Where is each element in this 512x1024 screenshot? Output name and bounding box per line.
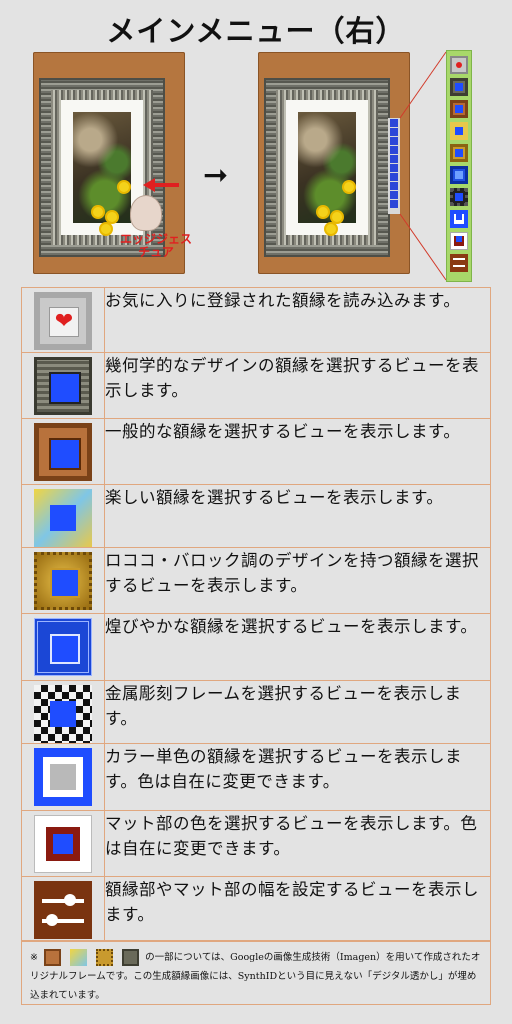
fun-frame-icon <box>34 489 92 547</box>
heart-frame-icon[interactable] <box>450 56 468 74</box>
menu-description-table: ❤ お気に入りに登録された額縁を読み込みます。 幾何学的なデザインの額縁を選択す… <box>21 287 491 941</box>
menu-desc: 額縁部やマット部の幅を設定するビューを表示します。 <box>104 876 491 941</box>
solid-color-frame-icon[interactable] <box>450 210 468 228</box>
geometric-frame-icon <box>34 357 92 415</box>
width-sliders-icon[interactable] <box>450 254 468 272</box>
imagen-note: ※ の一部については、Googleの画像生成技術（Imagen）を用いて作成され… <box>21 941 491 1005</box>
rococo-frame-thumb-icon <box>96 949 114 966</box>
table-row: 幾何学的なデザインの額縁を選択するビューを表示します。 <box>21 352 491 419</box>
menu-desc: 煌びやかな額縁を選択するビューを表示します。 <box>104 613 491 681</box>
table-row: 一般的な額縁を選択するビューを表示します。 <box>21 418 491 485</box>
menu-desc: マット部の色を選択するビューを表示します。色は自在に変更できます。 <box>104 810 491 877</box>
fun-frame-thumb-icon <box>70 949 88 966</box>
solid-color-frame-icon <box>34 748 92 806</box>
table-row: ❤ お気に入りに登録された額縁を読み込みます。 <box>21 287 491 353</box>
mat-color-icon <box>34 815 92 873</box>
table-row: 額縁部やマット部の幅を設定するビューを表示します。 <box>21 876 491 941</box>
gesture-label: エッジジェスチュア <box>119 232 192 259</box>
fun-frame-icon[interactable] <box>450 122 468 140</box>
rococo-baroque-frame-icon[interactable] <box>450 144 468 162</box>
width-sliders-icon <box>34 881 92 939</box>
swipe-arrow-icon <box>143 178 179 192</box>
metal-engraved-frame-icon[interactable] <box>450 188 468 206</box>
geometric-frame-icon[interactable] <box>450 78 468 96</box>
table-row: 金属彫刻フレームを選択するビューを表示します。 <box>21 680 491 744</box>
table-row: マット部の色を選択するビューを表示します。色は自在に変更できます。 <box>21 810 491 877</box>
right-arrow-icon: ➞ <box>203 158 229 193</box>
table-row: 楽しい額縁を選択するビューを表示します。 <box>21 484 491 548</box>
gorgeous-frame-icon <box>34 618 92 676</box>
finger-icon <box>130 195 162 231</box>
menu-desc: お気に入りに登録された額縁を読み込みます。 <box>104 287 491 353</box>
note-mark: ※ <box>30 952 38 963</box>
menu-desc: 金属彫刻フレームを選択するビューを表示します。 <box>104 680 491 744</box>
heart-frame-icon: ❤ <box>34 292 92 350</box>
edge-menu-callout <box>446 50 472 282</box>
mat-color-icon[interactable] <box>450 232 468 250</box>
picture-frame <box>266 80 388 255</box>
table-row: 煌びやかな額縁を選択するビューを表示します。 <box>21 613 491 681</box>
general-frame-icon[interactable] <box>450 100 468 118</box>
menu-desc: ロココ・バロック調のデザインを持つ額縁を選択するビューを表示します。 <box>104 547 491 614</box>
metal-engraved-frame-icon <box>34 685 92 743</box>
menu-desc: カラー単色の額縁を選択するビューを表示します。色は自在に変更できます。 <box>104 743 491 811</box>
flower-photo <box>73 112 131 234</box>
menu-desc: 幾何学的なデザインの額縁を選択するビューを表示します。 <box>104 352 491 419</box>
general-frame-thumb-icon <box>44 949 61 966</box>
menu-desc: 楽しい額縁を選択するビューを表示します。 <box>104 484 491 548</box>
rococo-baroque-frame-icon <box>34 552 92 610</box>
general-frame-icon <box>34 423 92 481</box>
gorgeous-frame-icon[interactable] <box>450 166 468 184</box>
flower-photo <box>298 112 356 234</box>
table-row: カラー単色の額縁を選択するビューを表示します。色は自在に変更できます。 <box>21 743 491 811</box>
edge-menu-strip <box>388 118 400 214</box>
page-title: メインメニュー（右） <box>106 14 406 48</box>
menu-desc: 一般的な額縁を選択するビューを表示します。 <box>104 418 491 485</box>
table-row: ロココ・バロック調のデザインを持つ額縁を選択するビューを表示します。 <box>21 547 491 614</box>
geometric-frame-thumb-icon <box>122 949 140 966</box>
